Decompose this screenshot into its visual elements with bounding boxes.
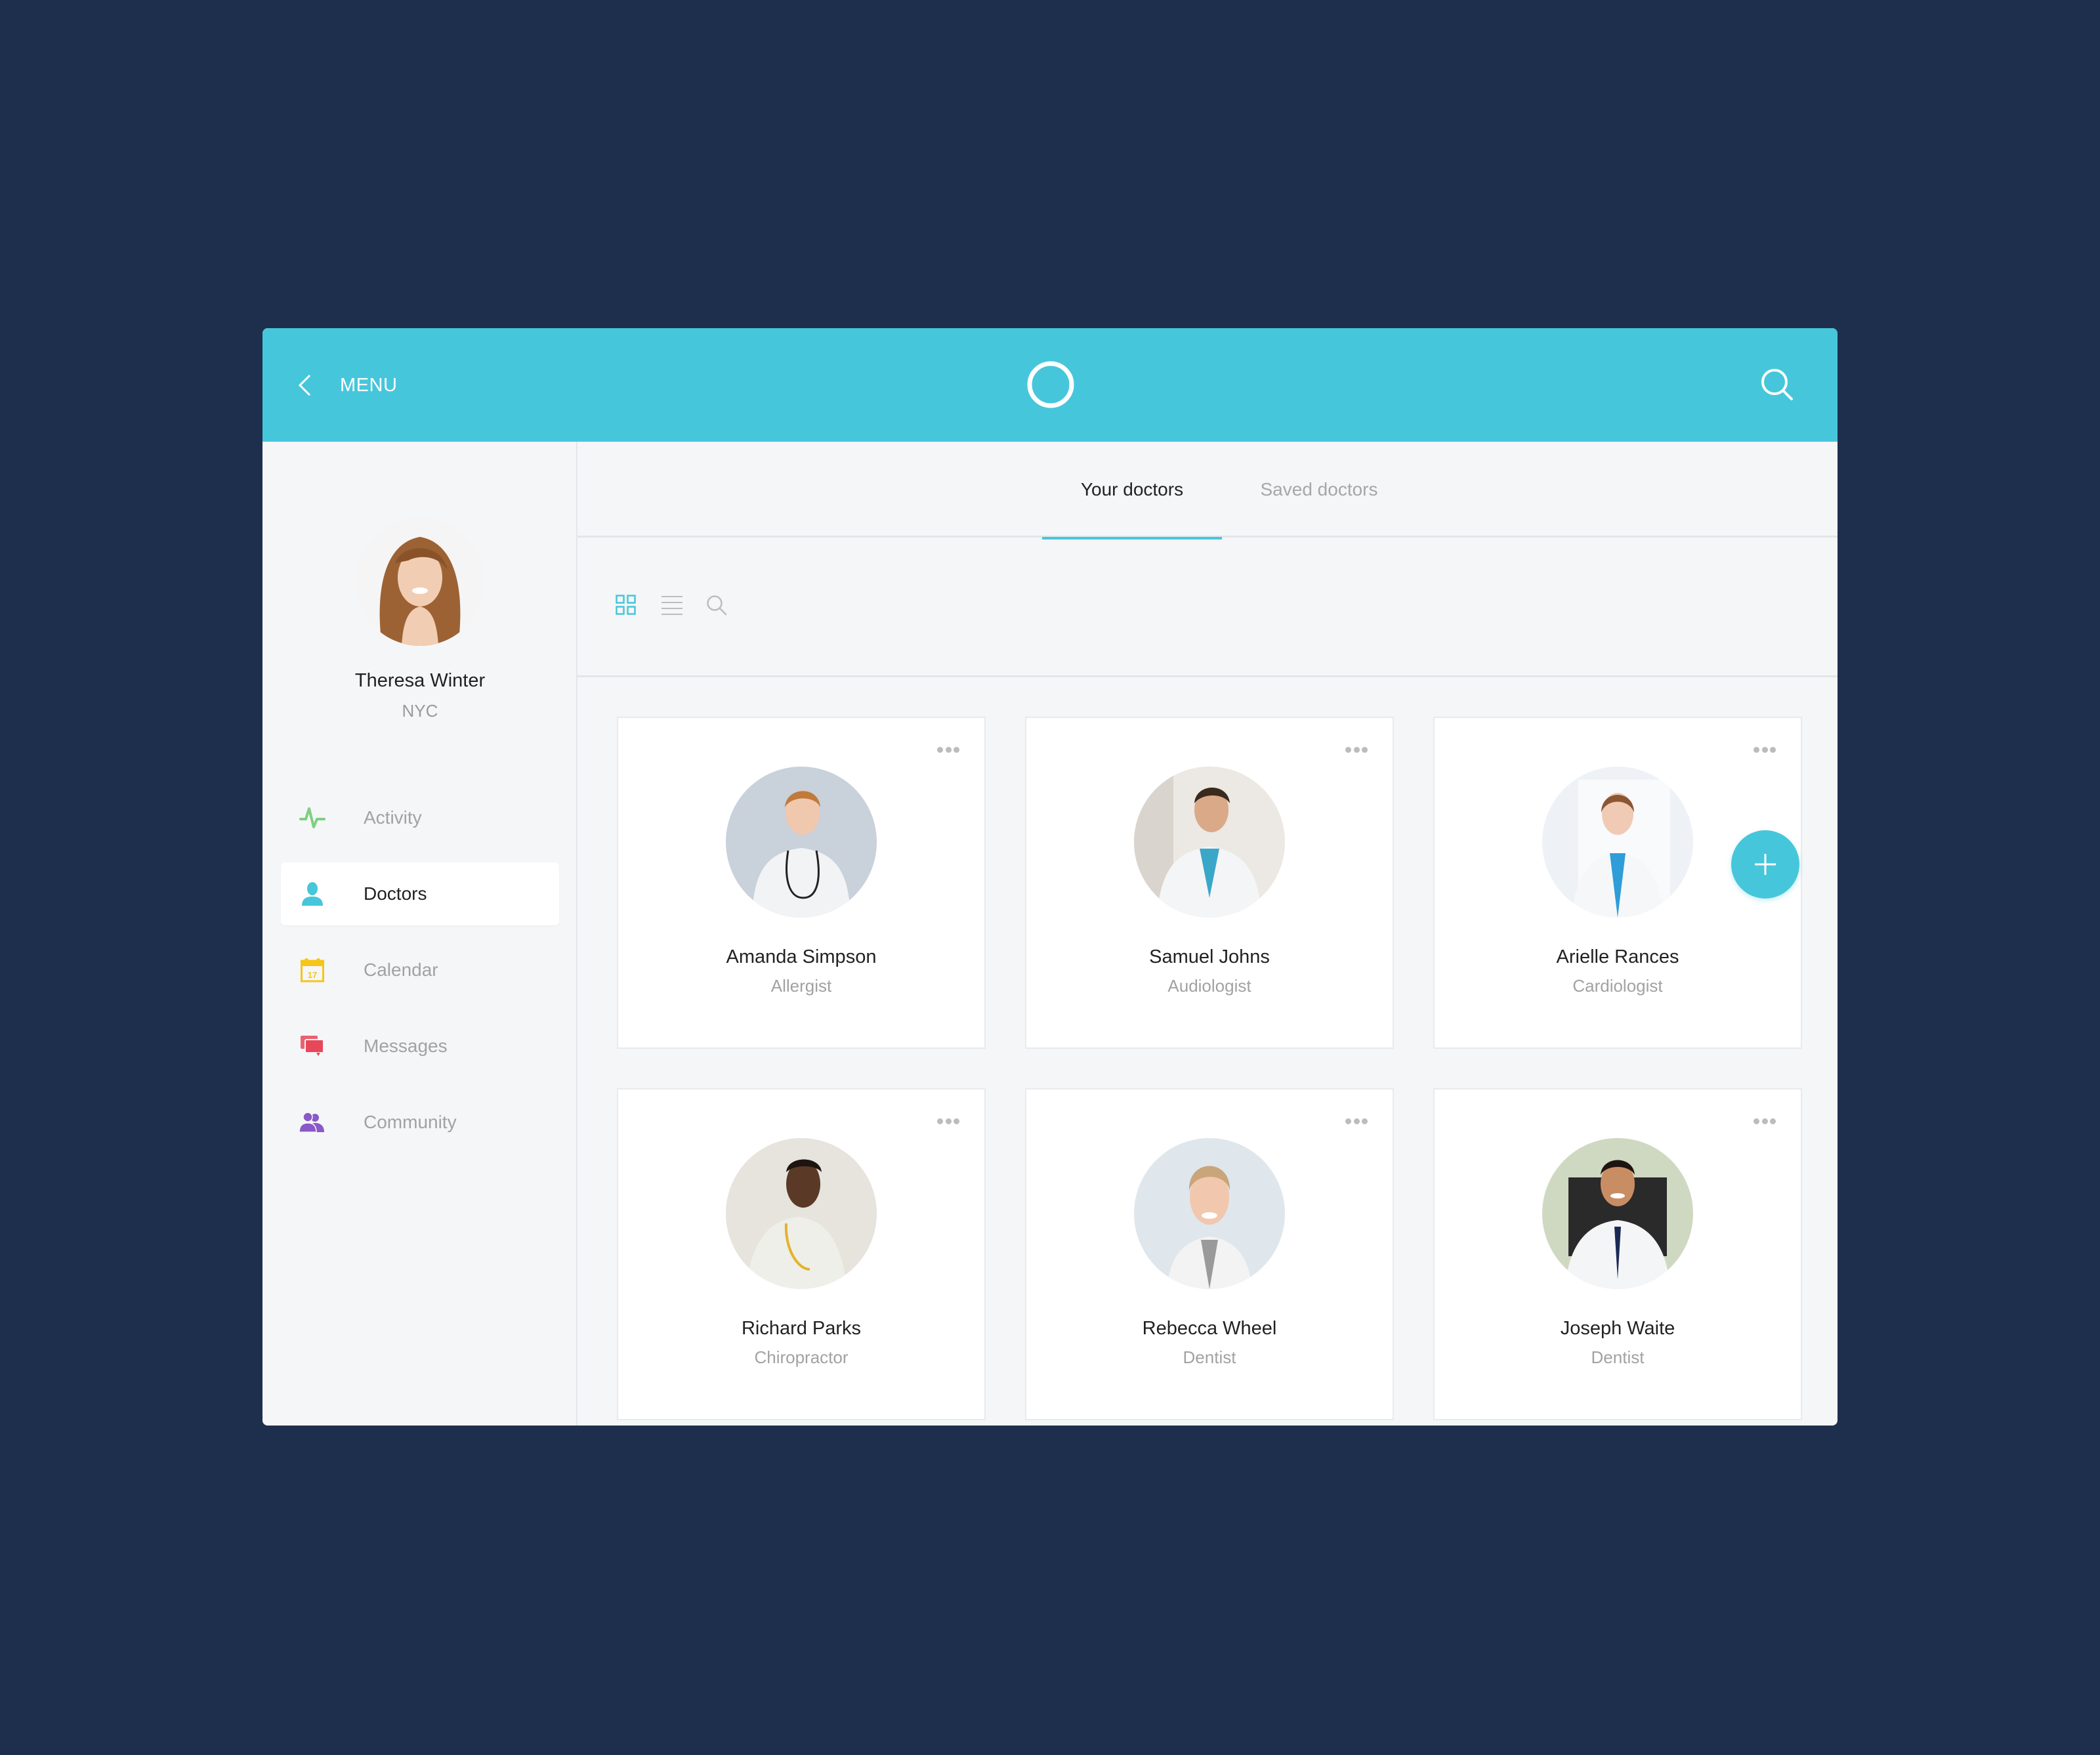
doctor-photo bbox=[1134, 767, 1285, 918]
more-options-icon[interactable] bbox=[1754, 746, 1776, 753]
doctor-grid: Amanda Simpson Allergist Samuel Johns Au… bbox=[617, 717, 1802, 1420]
doctor-photo bbox=[1134, 1138, 1285, 1289]
sidebar-nav: Activity Doctors 17 Calendar Messages Co… bbox=[281, 786, 559, 1167]
tab-your-doctors[interactable]: Your doctors bbox=[1042, 442, 1222, 539]
chevron-left-icon bbox=[298, 374, 311, 396]
grid-view-icon[interactable] bbox=[616, 595, 637, 616]
list-view-icon[interactable] bbox=[662, 595, 682, 616]
more-options-icon[interactable] bbox=[1754, 1117, 1776, 1125]
doctor-specialty: Dentist bbox=[1591, 1347, 1645, 1367]
more-options-icon[interactable] bbox=[1345, 1117, 1368, 1125]
more-options-icon[interactable] bbox=[1345, 746, 1368, 753]
doctor-name: Joseph Waite bbox=[1560, 1318, 1675, 1339]
doctor-card[interactable]: Richard Parks Chiropractor bbox=[617, 1088, 986, 1420]
doctor-photo bbox=[1542, 767, 1693, 918]
sidebar-item-messages[interactable]: Messages bbox=[281, 1015, 559, 1078]
doctor-specialty: Cardiologist bbox=[1572, 976, 1663, 996]
doctor-specialty: Chiropractor bbox=[754, 1347, 849, 1367]
add-doctor-button[interactable] bbox=[1731, 830, 1799, 899]
more-options-icon[interactable] bbox=[937, 1117, 959, 1125]
app-header: MENU bbox=[262, 328, 1838, 442]
sidebar-item-label: Messages bbox=[364, 1036, 448, 1056]
sidebar-item-label: Activity bbox=[364, 807, 422, 828]
view-toolbar bbox=[578, 538, 1838, 677]
sidebar-item-doctors[interactable]: Doctors bbox=[281, 862, 559, 925]
menu-label: MENU bbox=[340, 374, 398, 396]
doctor-photo bbox=[1542, 1138, 1693, 1289]
sidebar-item-activity[interactable]: Activity bbox=[281, 786, 559, 849]
doctor-card[interactable]: Amanda Simpson Allergist bbox=[617, 717, 986, 1049]
doctor-name: Arielle Rances bbox=[1556, 946, 1679, 967]
doctor-card[interactable]: Joseph Waite Dentist bbox=[1433, 1088, 1802, 1420]
doctor-card[interactable]: Samuel Johns Audiologist bbox=[1025, 717, 1394, 1049]
more-options-icon[interactable] bbox=[937, 746, 959, 753]
doctor-specialty: Audiologist bbox=[1167, 976, 1251, 996]
sidebar-item-calendar[interactable]: 17 Calendar bbox=[281, 939, 559, 1002]
main-content: Your doctors Saved doctors Amanda Simpso… bbox=[578, 442, 1838, 1426]
doctor-specialty: Dentist bbox=[1183, 1347, 1236, 1367]
search-icon[interactable] bbox=[1759, 366, 1796, 403]
avatar-photo bbox=[356, 517, 484, 646]
doctor-name: Samuel Johns bbox=[1149, 946, 1270, 967]
doctor-card[interactable]: Rebecca Wheel Dentist bbox=[1025, 1088, 1394, 1420]
avatar[interactable] bbox=[356, 517, 484, 646]
user-name: Theresa Winter bbox=[354, 670, 486, 691]
menu-button[interactable]: MENU bbox=[297, 365, 397, 406]
doctor-photo bbox=[726, 1138, 877, 1289]
person-icon bbox=[299, 881, 326, 907]
sidebar-item-label: Doctors bbox=[364, 883, 427, 904]
user-location: NYC bbox=[402, 701, 438, 721]
doctor-name: Richard Parks bbox=[741, 1318, 862, 1339]
sidebar-item-label: Calendar bbox=[364, 960, 438, 980]
sidebar: Theresa Winter NYC Activity Doctors 17 C… bbox=[262, 442, 578, 1426]
tab-saved-doctors[interactable]: Saved doctors bbox=[1234, 442, 1404, 538]
calendar-icon: 17 bbox=[299, 957, 326, 983]
plus-icon bbox=[1755, 854, 1776, 875]
tab-bar: Your doctors Saved doctors bbox=[578, 442, 1838, 539]
activity-pulse-icon bbox=[299, 805, 326, 831]
messages-icon bbox=[299, 1033, 326, 1059]
search-icon[interactable] bbox=[706, 595, 727, 616]
community-icon bbox=[299, 1109, 326, 1135]
doctor-name: Rebecca Wheel bbox=[1142, 1318, 1277, 1339]
doctor-name: Amanda Simpson bbox=[726, 946, 877, 967]
doctor-specialty: Allergist bbox=[770, 976, 832, 996]
calendar-icon-day: 17 bbox=[308, 970, 317, 980]
doctor-photo bbox=[726, 767, 877, 918]
app-window: MENU Theresa Winter NYC Activity Doctors… bbox=[262, 328, 1838, 1426]
ring-logo-icon[interactable] bbox=[1026, 360, 1076, 410]
sidebar-item-community[interactable]: Community bbox=[281, 1091, 559, 1154]
sidebar-item-label: Community bbox=[364, 1112, 457, 1132]
